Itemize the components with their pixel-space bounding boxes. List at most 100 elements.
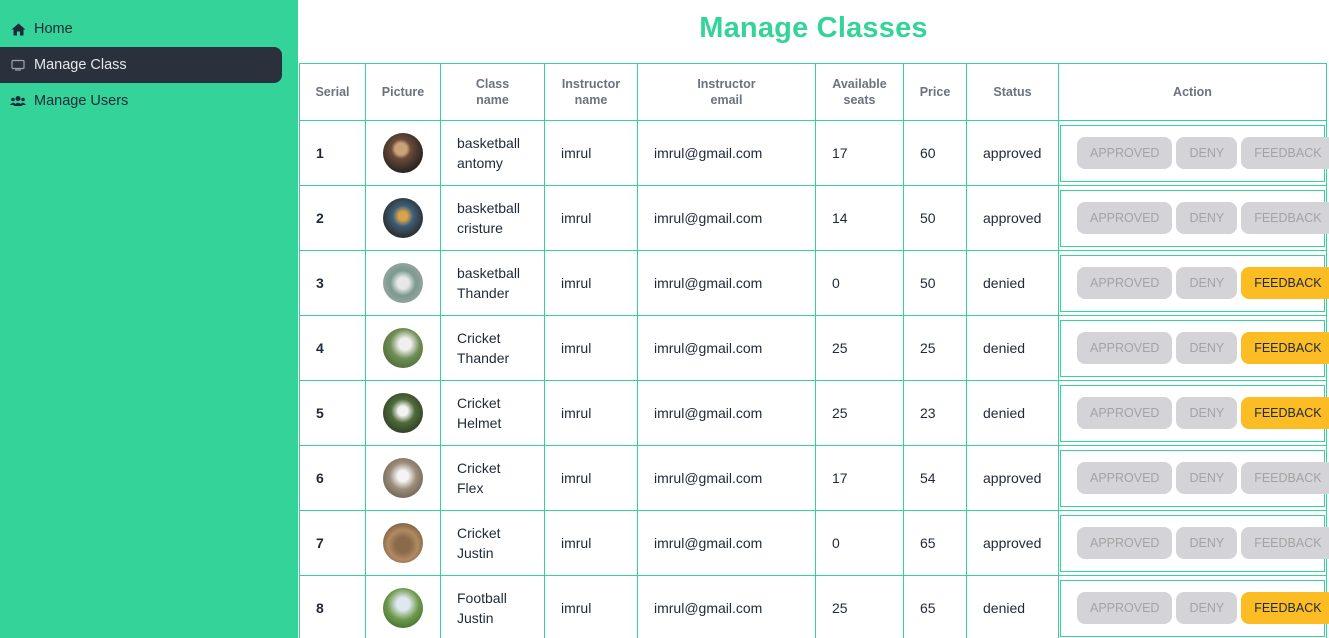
sidebar-item-manage-users[interactable]: Manage Users — [0, 83, 282, 119]
feedback-button[interactable]: FEEDBACK — [1241, 332, 1329, 364]
table-row: 4 Cricket Thander imrul imrul@gmail.com … — [299, 315, 1329, 381]
sidebar-item-manage-class[interactable]: Manage Class — [0, 47, 282, 83]
column-header-action: Action — [1058, 63, 1327, 121]
feedback-button[interactable]: FEEDBACK — [1241, 527, 1329, 559]
deny-button[interactable]: DENY — [1176, 527, 1238, 559]
action-cell: APPROVED DENY FEEDBACK — [1058, 185, 1329, 251]
price-cell: 50 — [903, 185, 967, 251]
sidebar-item-label: Home — [34, 21, 73, 37]
class-name-cell: Cricket Helmet — [440, 380, 545, 446]
class-image — [383, 458, 423, 498]
serial-cell: 2 — [299, 185, 366, 251]
home-icon — [10, 22, 26, 36]
price-cell: 65 — [903, 510, 967, 576]
column-header-price: Price — [903, 63, 967, 121]
table-row: 1 basketball antomy imrul imrul@gmail.co… — [299, 120, 1329, 186]
class-image — [383, 198, 423, 238]
action-cell: APPROVED DENY FEEDBACK — [1058, 575, 1329, 638]
class-name-cell: Cricket Justin — [440, 510, 545, 576]
action-cell: APPROVED DENY FEEDBACK — [1058, 250, 1329, 316]
instructor-name-cell: imrul — [544, 185, 638, 251]
sidebar-item-label: Manage Class — [34, 57, 127, 73]
sidebar-item-label: Manage Users — [34, 93, 129, 109]
action-cell: APPROVED DENY FEEDBACK — [1058, 380, 1329, 446]
column-header-instructor-email: Instructor email — [637, 63, 816, 121]
instructor-email-cell: imrul@gmail.com — [637, 445, 816, 511]
available-seats-cell: 25 — [815, 575, 904, 638]
feedback-button[interactable]: FEEDBACK — [1241, 267, 1329, 299]
deny-button[interactable]: DENY — [1176, 462, 1238, 494]
column-header-picture: Picture — [365, 63, 441, 121]
price-cell: 65 — [903, 575, 967, 638]
approve-button[interactable]: APPROVED — [1077, 137, 1173, 169]
deny-button[interactable]: DENY — [1176, 137, 1238, 169]
feedback-button[interactable]: FEEDBACK — [1241, 397, 1329, 429]
serial-cell: 8 — [299, 575, 366, 638]
serial-cell: 6 — [299, 445, 366, 511]
class-name-cell: Cricket Flex — [440, 445, 545, 511]
feedback-button[interactable]: FEEDBACK — [1241, 202, 1329, 234]
approve-button[interactable]: APPROVED — [1077, 527, 1173, 559]
picture-cell — [365, 510, 441, 576]
approve-button[interactable]: APPROVED — [1077, 332, 1173, 364]
deny-button[interactable]: DENY — [1176, 592, 1238, 624]
class-name-cell: basketball antomy — [440, 120, 545, 186]
instructor-name-cell: imrul — [544, 445, 638, 511]
action-group: APPROVED DENY FEEDBACK — [1060, 254, 1329, 312]
approve-button[interactable]: APPROVED — [1077, 592, 1173, 624]
main-content: Manage Classes Serial Picture Class name… — [298, 0, 1329, 638]
table-row: 7 Cricket Justin imrul imrul@gmail.com 0… — [299, 510, 1329, 576]
table-row: 8 Football Justin imrul imrul@gmail.com … — [299, 575, 1329, 638]
deny-button[interactable]: DENY — [1176, 267, 1238, 299]
price-cell: 60 — [903, 120, 967, 186]
approve-button[interactable]: APPROVED — [1077, 462, 1173, 494]
serial-cell: 5 — [299, 380, 366, 446]
approve-button[interactable]: APPROVED — [1077, 397, 1173, 429]
action-cell: APPROVED DENY FEEDBACK — [1058, 510, 1329, 576]
price-cell: 23 — [903, 380, 967, 446]
instructor-name-cell: imrul — [544, 315, 638, 381]
deny-button[interactable]: DENY — [1176, 332, 1238, 364]
action-cell: APPROVED DENY FEEDBACK — [1058, 120, 1329, 186]
picture-cell — [365, 120, 441, 186]
table-row: 2 basketball cristure imrul imrul@gmail.… — [299, 185, 1329, 251]
instructor-name-cell: imrul — [544, 510, 638, 576]
serial-cell: 3 — [299, 250, 366, 316]
picture-cell — [365, 250, 441, 316]
feedback-button[interactable]: FEEDBACK — [1241, 137, 1329, 169]
class-name-cell: Cricket Thander — [440, 315, 545, 381]
sidebar-item-home[interactable]: Home — [0, 11, 282, 47]
deny-button[interactable]: DENY — [1176, 202, 1238, 234]
class-name-cell: basketball Thander — [440, 250, 545, 316]
instructor-email-cell: imrul@gmail.com — [637, 250, 816, 316]
column-header-available-seats: Available seats — [815, 63, 904, 121]
class-image — [383, 393, 423, 433]
available-seats-cell: 0 — [815, 510, 904, 576]
instructor-email-cell: imrul@gmail.com — [637, 185, 816, 251]
status-cell: denied — [966, 250, 1059, 316]
approve-button[interactable]: APPROVED — [1077, 202, 1173, 234]
deny-button[interactable]: DENY — [1176, 397, 1238, 429]
instructor-name-cell: imrul — [544, 120, 638, 186]
column-header-instructor-name: Instructor name — [544, 63, 638, 121]
approve-button[interactable]: APPROVED — [1077, 267, 1173, 299]
sidebar: Home Manage Class Manage Users — [0, 0, 298, 638]
price-cell: 50 — [903, 250, 967, 316]
class-image — [383, 133, 423, 173]
available-seats-cell: 17 — [815, 120, 904, 186]
table-row: 3 basketball Thander imrul imrul@gmail.c… — [299, 250, 1329, 316]
feedback-button[interactable]: FEEDBACK — [1241, 462, 1329, 494]
monitor-icon — [10, 58, 26, 72]
available-seats-cell: 25 — [815, 315, 904, 381]
instructor-email-cell: imrul@gmail.com — [637, 315, 816, 381]
instructor-name-cell: imrul — [544, 575, 638, 638]
status-cell: denied — [966, 380, 1059, 446]
instructor-email-cell: imrul@gmail.com — [637, 380, 816, 446]
available-seats-cell: 25 — [815, 380, 904, 446]
instructor-email-cell: imrul@gmail.com — [637, 575, 816, 638]
class-image — [383, 263, 423, 303]
column-header-serial: Serial — [299, 63, 366, 121]
action-group: APPROVED DENY FEEDBACK — [1060, 579, 1329, 637]
feedback-button[interactable]: FEEDBACK — [1241, 592, 1329, 624]
instructor-email-cell: imrul@gmail.com — [637, 510, 816, 576]
